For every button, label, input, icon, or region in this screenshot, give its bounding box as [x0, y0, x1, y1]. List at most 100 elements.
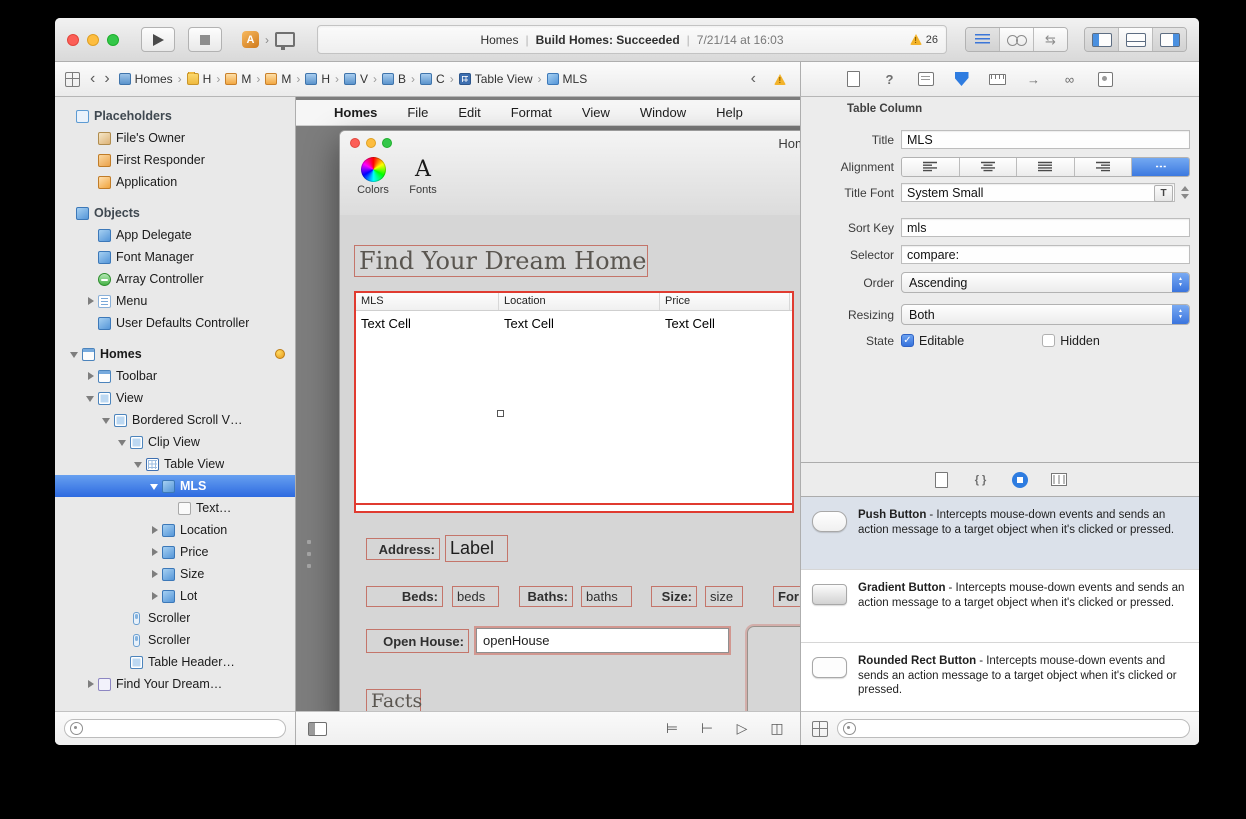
- outline-row[interactable]: Text…: [55, 497, 295, 519]
- menu-item-window[interactable]: Window: [640, 105, 686, 120]
- title-font-field[interactable]: System Small: [901, 183, 1175, 202]
- alignment-justify-segment[interactable]: [1016, 158, 1074, 176]
- outline-row[interactable]: MLS: [55, 475, 295, 497]
- outline-row[interactable]: Find Your Dream…: [55, 673, 295, 695]
- outline-row[interactable]: Size: [55, 563, 295, 585]
- menu-item-help[interactable]: Help: [716, 105, 743, 120]
- disclosure-down-icon[interactable]: [101, 415, 112, 426]
- menu-item-edit[interactable]: Edit: [458, 105, 480, 120]
- baths-value-label[interactable]: baths: [581, 586, 632, 607]
- disclosure-right-icon[interactable]: [149, 591, 160, 602]
- editable-checkbox[interactable]: ✓: [901, 334, 914, 347]
- menu-item-view[interactable]: View: [582, 105, 610, 120]
- previous-issue-button[interactable]: ‹: [751, 71, 756, 87]
- size-value-label[interactable]: size: [705, 586, 743, 607]
- navigator-toggle-button[interactable]: [1085, 28, 1118, 51]
- jumpbar-crumb[interactable]: M: [265, 72, 291, 86]
- address-value-label[interactable]: Label: [445, 535, 508, 562]
- outline-row[interactable]: Clip View: [55, 431, 295, 453]
- outline-row[interactable]: Bordered Scroll V…: [55, 409, 295, 431]
- related-items-icon[interactable]: [65, 72, 80, 87]
- table-column-header[interactable]: Price: [660, 293, 790, 310]
- outline-row[interactable]: Lot: [55, 585, 295, 607]
- outline-filter-field[interactable]: [64, 719, 286, 738]
- alignment-center-segment[interactable]: [959, 158, 1017, 176]
- sort-key-field[interactable]: mls: [901, 218, 1190, 237]
- alignment-natural-segment[interactable]: [1131, 158, 1189, 176]
- warning-badge[interactable]: 26: [910, 26, 938, 53]
- outline-row[interactable]: Scroller: [55, 607, 295, 629]
- tab-quick-help[interactable]: ?: [881, 71, 898, 88]
- outline-row[interactable]: Application: [55, 171, 295, 193]
- outline-section-header[interactable]: Objects: [55, 202, 295, 224]
- embed-button[interactable]: ◫: [766, 720, 788, 737]
- disclosure-right-icon[interactable]: [149, 525, 160, 536]
- jumpbar-crumb[interactable]: C: [420, 72, 445, 86]
- tab-attributes-inspector[interactable]: [953, 71, 970, 88]
- outline-row[interactable]: Table Header…: [55, 651, 295, 673]
- disclosure-down-icon[interactable]: [149, 481, 160, 492]
- disclosure-right-icon[interactable]: [149, 569, 160, 580]
- tab-identity-inspector[interactable]: [917, 71, 934, 88]
- jumpbar-crumb[interactable]: M: [225, 72, 251, 86]
- library-filter-field[interactable]: [837, 719, 1190, 738]
- outline-row[interactable]: First Responder: [55, 149, 295, 171]
- alignment-right-segment[interactable]: [1074, 158, 1132, 176]
- group-box[interactable]: [747, 626, 800, 712]
- tab-connections-inspector[interactable]: →: [1025, 71, 1042, 88]
- tab-file-templates[interactable]: [933, 471, 951, 489]
- selection-handle[interactable]: [497, 410, 504, 417]
- menu-item-file[interactable]: File: [407, 105, 428, 120]
- back-button[interactable]: ‹: [90, 71, 95, 87]
- selector-field[interactable]: compare:: [901, 245, 1190, 264]
- jumpbar-crumb[interactable]: B: [382, 72, 406, 86]
- menu-item-homes[interactable]: Homes: [334, 105, 377, 120]
- facts-label[interactable]: Facts: [366, 689, 421, 712]
- fonts-toolbar-item[interactable]: A Fonts: [400, 156, 446, 196]
- minimize-button[interactable]: [87, 34, 99, 46]
- resizing-popup[interactable]: Both ▲▼: [901, 304, 1190, 325]
- dream-home-title-label[interactable]: Find Your Dream Home: [354, 245, 648, 277]
- jumpbar-crumb[interactable]: H: [305, 72, 330, 86]
- outline-row[interactable]: File's Owner: [55, 127, 295, 149]
- outline-row[interactable]: Font Manager: [55, 246, 295, 268]
- font-stepper[interactable]: [1179, 186, 1190, 199]
- outline-row[interactable]: Price: [55, 541, 295, 563]
- outline-row[interactable]: Toolbar: [55, 365, 295, 387]
- scheme-selector[interactable]: A ›: [242, 31, 295, 48]
- jumpbar-crumb[interactable]: H: [187, 72, 212, 86]
- stop-button[interactable]: [188, 27, 222, 52]
- openhouse-label[interactable]: Open House:: [366, 629, 469, 653]
- library-item[interactable]: Push Button- Intercepts mouse-down event…: [801, 497, 1199, 570]
- disclosure-down-icon[interactable]: [117, 437, 128, 448]
- align-button[interactable]: ⊨: [661, 720, 683, 737]
- colors-toolbar-item[interactable]: Colors: [350, 156, 396, 196]
- outline-row[interactable]: Scroller: [55, 629, 295, 651]
- jumpbar-crumb[interactable]: Table View: [459, 72, 533, 86]
- disclosure-right-icon[interactable]: [85, 679, 96, 690]
- outline-row[interactable]: User Defaults Controller: [55, 312, 295, 334]
- library-item[interactable]: Gradient Button- Intercepts mouse-down e…: [801, 570, 1199, 643]
- zoom-button[interactable]: [107, 34, 119, 46]
- tab-view-effects-inspector[interactable]: [1097, 71, 1114, 88]
- alignment-left-segment[interactable]: [902, 158, 959, 176]
- disclosure-right-icon[interactable]: [149, 547, 160, 558]
- version-editor-button[interactable]: ⇆: [1033, 28, 1067, 51]
- outline-row[interactable]: Homes: [55, 343, 295, 365]
- pin-button[interactable]: ⊢: [696, 720, 718, 737]
- outline-row[interactable]: Menu: [55, 290, 295, 312]
- title-field[interactable]: MLS: [901, 130, 1190, 149]
- outline-row[interactable]: Location: [55, 519, 295, 541]
- disclosure-right-icon[interactable]: [85, 371, 96, 382]
- forward-button[interactable]: ›: [104, 71, 109, 87]
- disclosure-down-icon[interactable]: [69, 349, 80, 360]
- table-column-header[interactable]: Location: [499, 293, 660, 310]
- set-font-button[interactable]: T: [1154, 185, 1173, 202]
- tab-size-inspector[interactable]: [989, 71, 1006, 88]
- table-column-header[interactable]: MLS: [356, 293, 499, 310]
- tab-object-library[interactable]: [1011, 471, 1029, 489]
- issue-warning-icon[interactable]: [774, 74, 786, 85]
- tab-code-snippets[interactable]: { }: [972, 471, 990, 489]
- tab-file-inspector[interactable]: [845, 71, 862, 88]
- utilities-toggle-button[interactable]: [1152, 28, 1186, 51]
